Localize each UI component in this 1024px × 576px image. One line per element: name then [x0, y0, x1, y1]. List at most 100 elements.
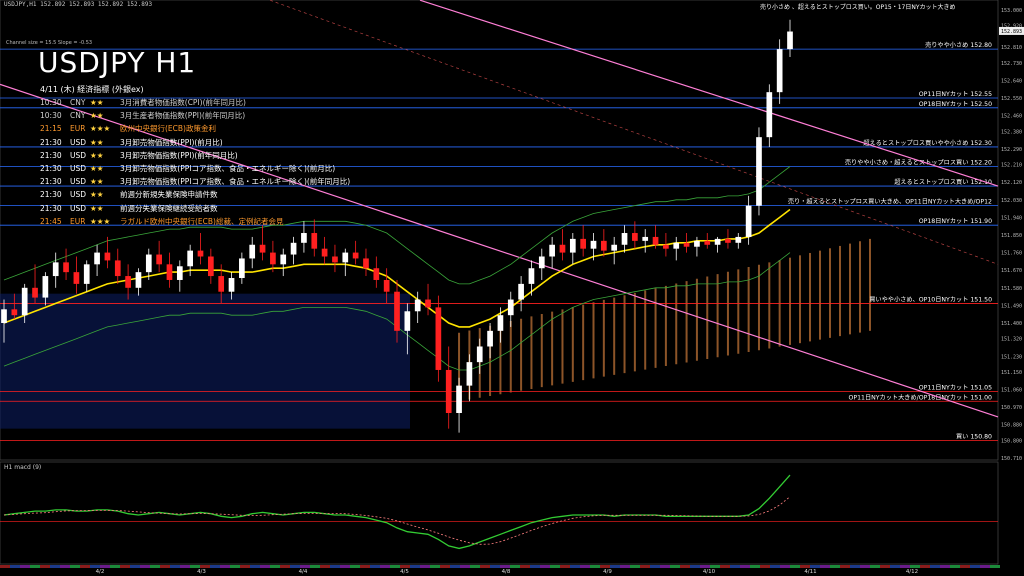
event-row: 21:30 USD ★★ 前週分新規失業保険申請件数: [40, 189, 218, 200]
event-time: 21:30: [40, 177, 62, 187]
candle-body: [611, 244, 618, 251]
event-name: 3月卸売物価指数(PPI)(前月比): [120, 137, 223, 147]
event-stars: ★★: [90, 177, 104, 187]
y-tick-label: 151.060: [1001, 388, 1022, 394]
y-tick-label: 151.400: [1001, 321, 1022, 327]
session-strip: [80, 565, 90, 568]
session-strip: [730, 565, 740, 568]
candle-body: [83, 264, 90, 284]
candle-body: [239, 258, 245, 279]
chart-canvas: 売りやや小さめ 152.80 OP11日NYカット 152.55 OP18日NYカッ…: [0, 0, 1024, 575]
candle-body: [394, 291, 400, 331]
candle-body: [694, 240, 700, 247]
price-level-label: OP11日NYカット 151.05: [919, 384, 992, 391]
session-strip: [810, 565, 820, 568]
candle-body: [176, 266, 183, 280]
candle-body: [404, 311, 411, 331]
session-strip: [720, 565, 730, 568]
event-stars: ★★★: [90, 216, 111, 226]
session-strip: [910, 565, 920, 568]
candle-body: [114, 260, 121, 277]
event-row: 21:15 EUR ★★★ 欧州中央銀行(ECB)政策金利: [40, 123, 216, 134]
y-tick-label: 150.710: [1001, 456, 1022, 462]
session-strip: [220, 565, 230, 568]
event-currency: EUR: [70, 124, 86, 134]
candle-body: [683, 242, 690, 247]
session-strip: [640, 565, 650, 568]
y-tick-label: 151.760: [1001, 251, 1022, 257]
event-row: 21:30 USD ★★ 3月卸売物価指数(PPI)(前月比): [40, 137, 223, 148]
session-strip: [760, 565, 770, 568]
session-strip: [590, 565, 600, 568]
session-strip: [60, 565, 70, 568]
session-strip: [240, 565, 250, 568]
event-stars: ★★: [90, 190, 104, 200]
session-strip: [20, 565, 30, 568]
candle-body: [166, 264, 173, 280]
session-strip: [380, 565, 390, 568]
current-price-label: 152.893: [1001, 29, 1022, 35]
event-row: 21:30 USD ★★ 3月卸売物価指数(PPIコア指数、食品・エネルギー除く)(前…: [40, 176, 350, 187]
event-name: 前週分失業保険継続受給者数: [120, 203, 218, 213]
session-strip: [450, 565, 460, 568]
event-currency: USD: [70, 164, 87, 173]
candle-body: [466, 362, 473, 386]
candle-body: [270, 252, 276, 265]
session-strip: [780, 565, 790, 568]
y-tick-label: 152.640: [1001, 78, 1022, 84]
session-strip: [610, 565, 620, 568]
candle-body: [580, 238, 587, 249]
price-level-label: OP18日NYカット 151.90: [919, 218, 992, 225]
event-name: 欧州中央銀行(ECB)政策金利: [120, 124, 216, 134]
session-strip: [110, 565, 120, 568]
session-strip: [250, 565, 260, 568]
candle-body: [538, 256, 545, 269]
session-strip: [540, 565, 550, 568]
y-tick-label: 152.380: [1001, 129, 1022, 135]
event-row: 21:30 USD ★★ 3月卸売物価指数(PPI)(前年同月比): [40, 150, 238, 161]
candle-body: [249, 244, 256, 259]
session-strip: [560, 565, 570, 568]
session-strip: [140, 565, 150, 568]
candle-body: [528, 268, 535, 284]
session-strip: [710, 565, 720, 568]
candle-body: [642, 236, 649, 241]
event-currency: USD: [70, 203, 87, 213]
trend-line-upper: [419, 0, 999, 187]
candle-body: [207, 256, 214, 277]
candle-body: [311, 233, 318, 249]
event-time: 21:30: [40, 203, 62, 213]
event-name: 3月卸売物価指数(PPIコア指数、食品・エネルギー除く)(前年同月比): [120, 177, 351, 187]
y-tick-label: 150.970: [1001, 405, 1022, 411]
session-strip: [200, 565, 210, 568]
y-tick-label: 151.320: [1001, 337, 1022, 343]
symbol-header: USDJPY,H1 152.892 152.893 152.892 152.89…: [4, 1, 153, 8]
session-strip: [920, 565, 930, 568]
y-tick-label: 151.940: [1001, 215, 1022, 221]
session-strip: [350, 565, 360, 568]
session-strip: [750, 565, 760, 568]
session-strip: [820, 565, 830, 568]
candle-body: [600, 240, 607, 251]
event-row: 10:30 CNY ★★ 3月生産者物価指数(PPI)(前年同月比): [40, 110, 245, 121]
event-stars: ★★: [90, 111, 104, 121]
session-strip: [620, 565, 630, 568]
session-strip: [30, 565, 40, 568]
candle-body: [94, 252, 100, 265]
events-header: 4/11 (木) 経済指標 (外銀ex): [40, 85, 144, 94]
candle-body: [456, 385, 462, 414]
y-tick-label: 151.580: [1001, 286, 1022, 292]
session-strip: [120, 565, 130, 568]
session-strip: [160, 565, 170, 568]
candle-body: [218, 276, 225, 292]
candle-body: [197, 250, 204, 257]
candle-body: [497, 315, 504, 331]
session-strip: [650, 565, 660, 568]
candle-body: [559, 244, 566, 253]
x-tick-label: 4/8: [502, 569, 511, 575]
session-strip: [230, 565, 240, 568]
y-tick-label: 151.490: [1001, 303, 1022, 309]
event-time: 21:30: [40, 190, 62, 200]
session-strip: [940, 565, 950, 568]
event-time: 10:30: [40, 111, 62, 121]
